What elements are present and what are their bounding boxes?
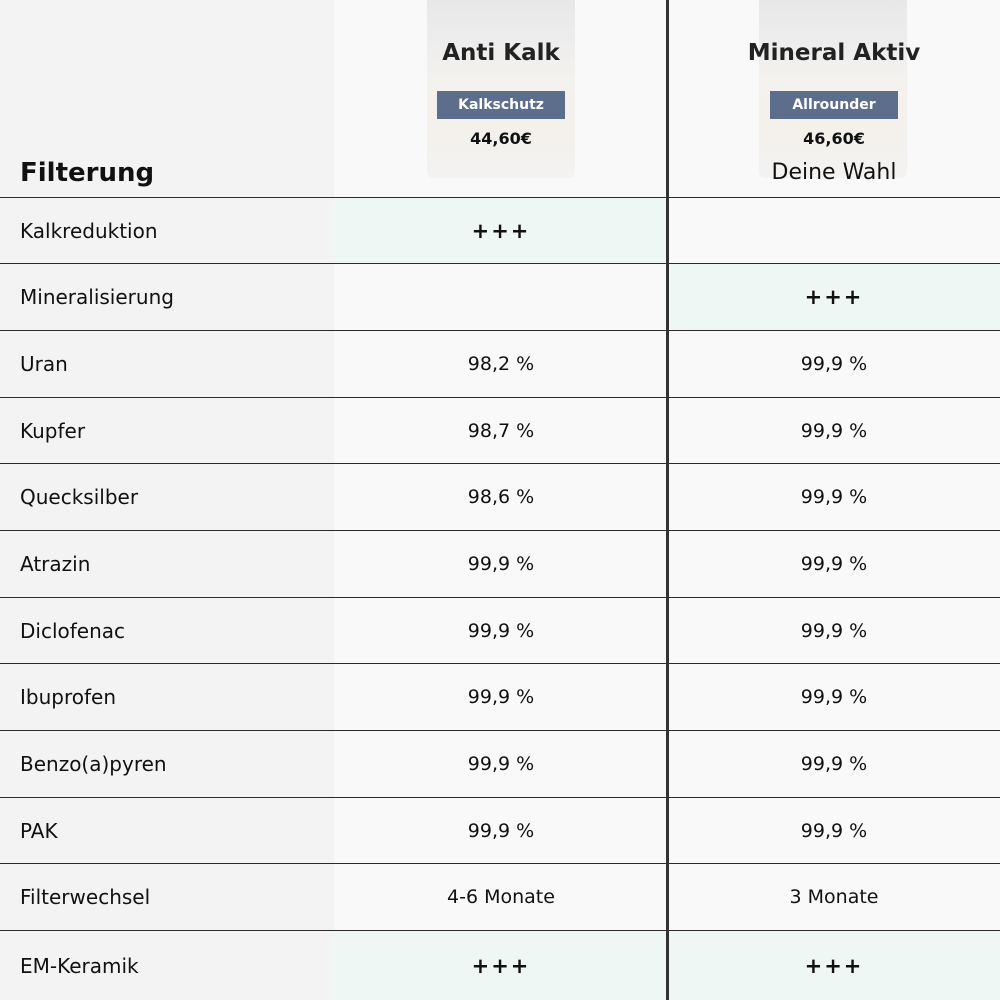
value-anti-kalk: 99,9 %: [334, 798, 668, 863]
value-anti-kalk: 98,7 %: [334, 398, 668, 463]
column-divider: [666, 0, 669, 1000]
row-label: Kupfer: [0, 398, 334, 463]
table-row: Benzo(a)pyren 99,9 % 99,9 %: [0, 730, 1000, 797]
product-price: 46,60€: [803, 129, 865, 148]
product-price: 44,60€: [470, 129, 532, 148]
table-row: Filterwechsel 4-6 Monate 3 Monate: [0, 863, 1000, 930]
product-mineral-aktiv[interactable]: Mineral Aktiv Allrounder 46,60€ Deine Wa…: [668, 0, 1000, 198]
row-label: PAK: [0, 798, 334, 863]
value-mineral-aktiv: 99,9 %: [668, 464, 1000, 530]
value-mineral-aktiv: 99,9 %: [668, 531, 1000, 597]
table-row: Kupfer 98,7 % 99,9 %: [0, 397, 1000, 463]
row-label: Mineralisierung: [0, 264, 334, 330]
product-name: Anti Kalk: [442, 40, 560, 66]
table-header: Filterung Anti Kalk Kalkschutz 44,60€ Mi…: [0, 0, 1000, 198]
value-anti-kalk: +++: [334, 198, 668, 263]
filter-cartridge-image: [759, 0, 907, 178]
value-anti-kalk: [334, 264, 668, 330]
value-anti-kalk: 99,9 %: [334, 731, 668, 797]
value-anti-kalk: +++: [334, 931, 668, 1000]
value-mineral-aktiv: [668, 198, 1000, 263]
selected-choice-label: Deine Wahl: [771, 160, 897, 185]
header-label-cell: Filterung: [0, 0, 334, 198]
row-label: EM-Keramik: [0, 931, 334, 1000]
table-row: PAK 99,9 % 99,9 %: [0, 797, 1000, 863]
value-mineral-aktiv: +++: [668, 931, 1000, 1000]
product-badge: Allrounder: [770, 91, 898, 119]
row-label: Filterwechsel: [0, 864, 334, 930]
value-mineral-aktiv: 99,9 %: [668, 398, 1000, 463]
product-name: Mineral Aktiv: [747, 40, 921, 66]
row-label: Kalkreduktion: [0, 198, 334, 263]
value-anti-kalk: 99,9 %: [334, 664, 668, 730]
filter-cartridge-image: [427, 0, 575, 178]
row-label: Ibuprofen: [0, 664, 334, 730]
value-mineral-aktiv: 99,9 %: [668, 331, 1000, 397]
table-row: Quecksilber 98,6 % 99,9 %: [0, 463, 1000, 530]
value-mineral-aktiv: 3 Monate: [668, 864, 1000, 930]
table-row: Kalkreduktion +++: [0, 197, 1000, 263]
table-row: Diclofenac 99,9 % 99,9 %: [0, 597, 1000, 663]
table-row: Uran 98,2 % 99,9 %: [0, 330, 1000, 397]
value-mineral-aktiv: 99,9 %: [668, 798, 1000, 863]
value-anti-kalk: 98,2 %: [334, 331, 668, 397]
table-row: EM-Keramik +++ +++: [0, 930, 1000, 1000]
value-anti-kalk: 99,9 %: [334, 531, 668, 597]
value-mineral-aktiv: 99,9 %: [668, 731, 1000, 797]
table-row: Atrazin 99,9 % 99,9 %: [0, 530, 1000, 597]
value-anti-kalk: 99,9 %: [334, 598, 668, 663]
product-anti-kalk[interactable]: Anti Kalk Kalkschutz 44,60€: [334, 0, 668, 198]
table-row: Mineralisierung +++: [0, 263, 1000, 330]
product-badge: Kalkschutz: [437, 91, 565, 119]
value-mineral-aktiv: +++: [668, 264, 1000, 330]
value-mineral-aktiv: 99,9 %: [668, 664, 1000, 730]
row-label: Uran: [0, 331, 334, 397]
row-label: Diclofenac: [0, 598, 334, 663]
value-anti-kalk: 4-6 Monate: [334, 864, 668, 930]
comparison-table: Filterung Anti Kalk Kalkschutz 44,60€ Mi…: [0, 0, 1000, 1000]
row-label: Quecksilber: [0, 464, 334, 530]
value-anti-kalk: 98,6 %: [334, 464, 668, 530]
table-row: Ibuprofen 99,9 % 99,9 %: [0, 663, 1000, 730]
row-label: Benzo(a)pyren: [0, 731, 334, 797]
value-mineral-aktiv: 99,9 %: [668, 598, 1000, 663]
filterung-title: Filterung: [20, 158, 155, 188]
row-label: Atrazin: [0, 531, 334, 597]
